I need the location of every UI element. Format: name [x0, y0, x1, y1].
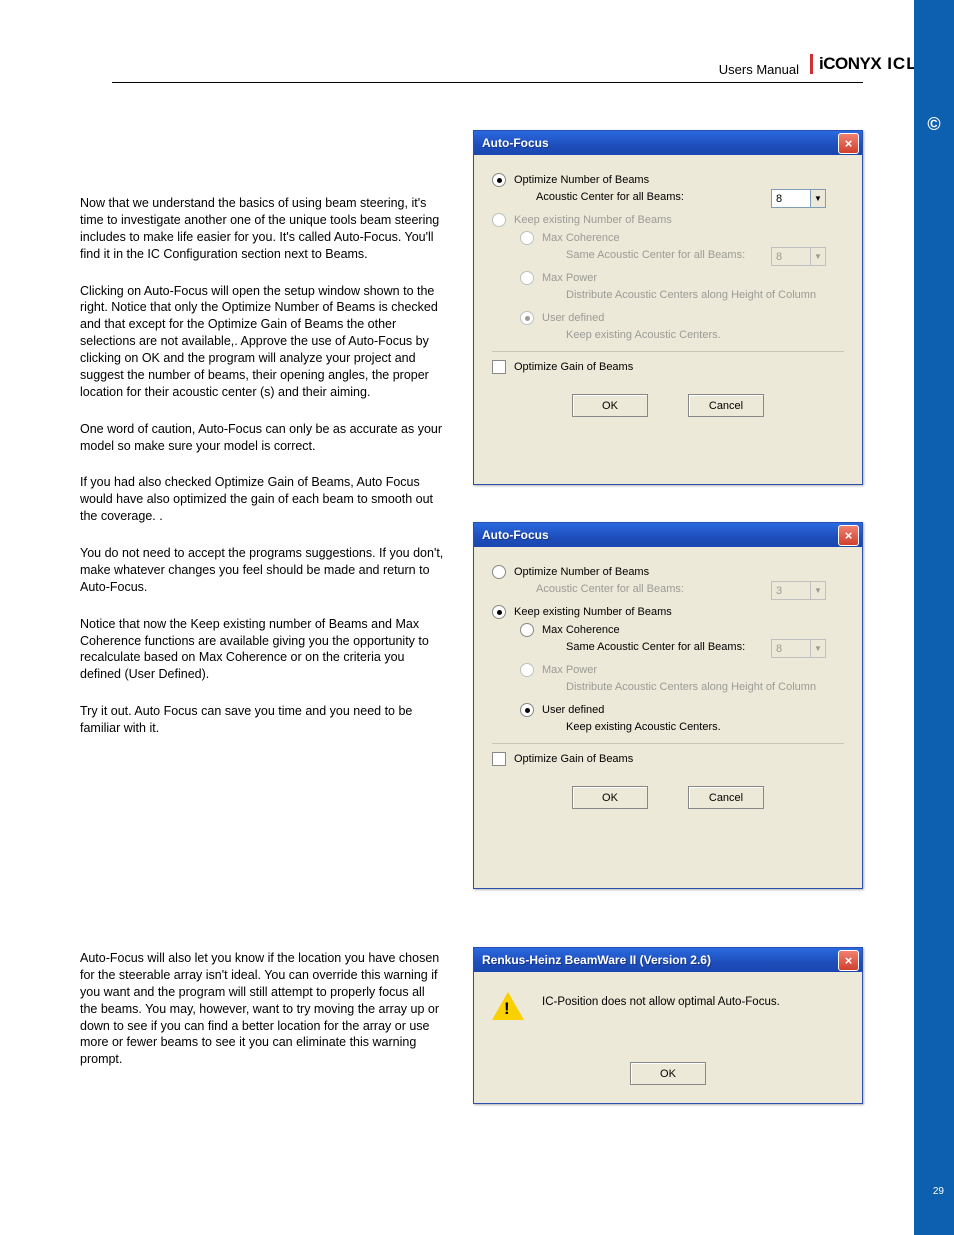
close-icon[interactable]: ×	[838, 950, 859, 971]
label-optimize-number: Optimize Number of Beams	[514, 174, 649, 186]
margin-glyph: ©	[927, 114, 940, 135]
radio-icon	[520, 311, 534, 325]
dropdown-acoustic-center[interactable]: 8 ▼	[771, 189, 826, 208]
dropdown-value: 8	[772, 251, 810, 263]
paragraph-1: Now that we understand the basics of usi…	[80, 195, 445, 263]
radio-optimize-number[interactable]: Optimize Number of Beams	[492, 173, 844, 187]
dialog3-titlebar[interactable]: Renkus-Heinz BeamWare II (Version 2.6) ×	[474, 948, 862, 972]
dialog3-title: Renkus-Heinz BeamWare II (Version 2.6)	[482, 953, 838, 967]
label-max-power: Max Power	[542, 664, 597, 676]
chevron-down-icon: ▼	[810, 248, 825, 265]
autofocus-dialog-1: Auto-Focus × Optimize Number of Beams Ac…	[473, 130, 863, 485]
label-same-acoustic: Same Acoustic Center for all Beams:	[566, 641, 745, 653]
check-optimize-gain[interactable]: Optimize Gain of Beams	[492, 752, 844, 766]
radio-optimize-number[interactable]: Optimize Number of Beams	[492, 565, 844, 579]
header-divider	[112, 82, 863, 83]
radio-icon	[520, 663, 534, 677]
chevron-down-icon: ▼	[810, 640, 825, 657]
radio-icon	[520, 271, 534, 285]
ok-button[interactable]: OK	[572, 786, 648, 809]
label-max-power: Max Power	[542, 272, 597, 284]
radio-keep-existing: Keep existing Number of Beams	[492, 213, 844, 227]
radio-icon	[520, 231, 534, 245]
dropdown-value: 3	[772, 585, 810, 597]
label-same-acoustic: Same Acoustic Center for all Beams:	[566, 249, 745, 261]
radio-icon	[492, 213, 506, 227]
chevron-down-icon: ▼	[810, 582, 825, 599]
dialog2-title: Auto-Focus	[482, 528, 838, 542]
dropdown-same-acoustic: 8 ▼	[771, 639, 826, 658]
radio-user-defined: User defined	[492, 311, 844, 325]
ok-button[interactable]: OK	[630, 1062, 706, 1085]
radio-max-power: Max Power	[492, 271, 844, 285]
dialog1-titlebar[interactable]: Auto-Focus ×	[474, 131, 862, 155]
radio-max-coherence: Max Coherence	[492, 231, 844, 245]
dropdown-acoustic-center: 3 ▼	[771, 581, 826, 600]
paragraph-4: If you had also checked Optimize Gain of…	[80, 474, 445, 525]
paragraph-3: One word of caution, Auto-Focus can only…	[80, 421, 445, 455]
body-text-column-lower: Auto-Focus will also let you know if the…	[80, 950, 445, 1088]
label-keep-existing: Keep existing Number of Beams	[514, 606, 672, 618]
paragraph-6: Notice that now the Keep existing number…	[80, 616, 445, 684]
label-keep-centers: Keep existing Acoustic Centers.	[492, 721, 844, 733]
page-number: 29	[933, 1186, 944, 1197]
radio-max-coherence[interactable]: Max Coherence	[492, 623, 844, 637]
label-user-defined: User defined	[542, 704, 604, 716]
paragraph-7: Try it out. Auto Focus can save you time…	[80, 703, 445, 737]
warning-message: IC-Position does not allow optimal Auto-…	[542, 990, 780, 1008]
label-optimize-number: Optimize Number of Beams	[514, 566, 649, 578]
label-distribute: Distribute Acoustic Centers along Height…	[492, 681, 844, 693]
label-user-defined: User defined	[542, 312, 604, 324]
close-icon[interactable]: ×	[838, 133, 859, 154]
label-acoustic-center-all: Acoustic Center for all Beams:	[536, 583, 684, 595]
label-optimize-gain: Optimize Gain of Beams	[514, 753, 633, 765]
chevron-down-icon: ▼	[810, 190, 825, 207]
paragraph-8: Auto-Focus will also let you know if the…	[80, 950, 445, 1068]
dropdown-value: 8	[772, 193, 810, 205]
divider	[492, 743, 844, 744]
dialog1-title: Auto-Focus	[482, 136, 838, 150]
checkbox-icon	[492, 360, 506, 374]
label-keep-centers: Keep existing Acoustic Centers.	[492, 329, 844, 341]
label-optimize-gain: Optimize Gain of Beams	[514, 361, 633, 373]
label-distribute: Distribute Acoustic Centers along Height…	[492, 289, 844, 301]
radio-keep-existing[interactable]: Keep existing Number of Beams	[492, 605, 844, 619]
radio-icon	[492, 173, 506, 187]
ok-button[interactable]: OK	[572, 394, 648, 417]
checkbox-icon	[492, 752, 506, 766]
divider	[492, 351, 844, 352]
radio-max-power: Max Power	[492, 663, 844, 677]
label-keep-existing: Keep existing Number of Beams	[514, 214, 672, 226]
warning-dialog: Renkus-Heinz BeamWare II (Version 2.6) ×…	[473, 947, 863, 1104]
cancel-button[interactable]: Cancel	[688, 394, 764, 417]
header-users-manual: Users Manual	[719, 62, 799, 77]
autofocus-dialog-2: Auto-Focus × Optimize Number of Beams Ac…	[473, 522, 863, 889]
dialog2-titlebar[interactable]: Auto-Focus ×	[474, 523, 862, 547]
radio-icon	[492, 605, 506, 619]
check-optimize-gain[interactable]: Optimize Gain of Beams	[492, 360, 844, 374]
paragraph-2: Clicking on Auto-Focus will open the set…	[80, 283, 445, 401]
close-icon[interactable]: ×	[838, 525, 859, 546]
body-text-column: Now that we understand the basics of usi…	[80, 195, 445, 757]
dropdown-same-acoustic: 8 ▼	[771, 247, 826, 266]
right-margin-bar: © 29	[914, 0, 954, 1235]
label-max-coherence: Max Coherence	[542, 624, 620, 636]
radio-user-defined[interactable]: User defined	[492, 703, 844, 717]
brand-iconyx: iCONYX	[819, 54, 881, 73]
radio-icon	[520, 623, 534, 637]
dropdown-value: 8	[772, 643, 810, 655]
radio-icon	[492, 565, 506, 579]
cancel-button[interactable]: Cancel	[688, 786, 764, 809]
paragraph-5: You do not need to accept the programs s…	[80, 545, 445, 596]
warning-icon	[492, 992, 524, 1020]
label-max-coherence: Max Coherence	[542, 232, 620, 244]
radio-icon	[520, 703, 534, 717]
label-acoustic-center-all: Acoustic Center for all Beams:	[536, 191, 684, 203]
